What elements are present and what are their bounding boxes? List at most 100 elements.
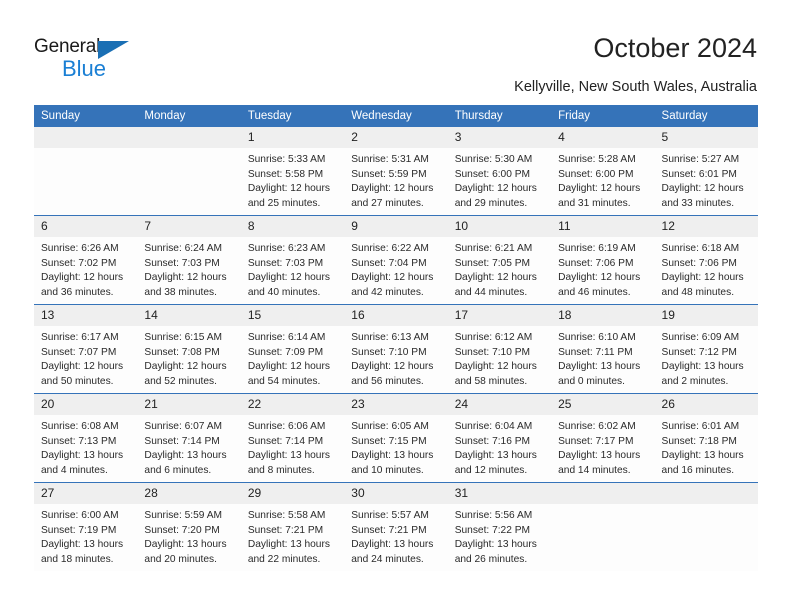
sunrise-text: Sunrise: 5:59 AM — [144, 510, 223, 521]
calendar-week-row: 20 Sunrise: 6:08 AM Sunset: 7:13 PM Dayligh… — [34, 393, 758, 483]
day-cell[interactable]: 27 Sunrise: 6:00 AM Sunset: 7:19 PM Dayligh… — [34, 482, 138, 571]
day-cell[interactable]: 11 Sunrise: 6:19 AM Sunset: 7:06 PM Dayligh… — [551, 215, 655, 305]
day-cell[interactable]: 18 Sunrise: 6:10 AM Sunset: 7:11 PM Dayligh… — [551, 304, 655, 394]
sunset-text: Sunset: 7:04 PM — [351, 257, 427, 269]
day-number: 14 — [137, 305, 241, 326]
sunset-text: Sunset: 7:14 PM — [144, 435, 220, 447]
day-cell[interactable]: 8 Sunrise: 6:23 AM Sunset: 7:03 PM Daylight… — [240, 215, 345, 305]
day-number — [137, 127, 241, 148]
day-cell[interactable]: 23 Sunrise: 6:05 AM Sunset: 7:15 PM Dayligh… — [344, 393, 448, 483]
sunset-text: Sunset: 7:03 PM — [144, 257, 220, 269]
day-cell[interactable]: 3 Sunrise: 5:30 AM Sunset: 6:00 PM Daylight… — [447, 127, 552, 216]
day-cell[interactable]: 24 Sunrise: 6:04 AM Sunset: 7:16 PM Dayligh… — [447, 393, 552, 483]
daylight-text-line1: Daylight: 13 hours — [144, 450, 227, 462]
day-sun-info: Sunrise: 5:33 AM Sunset: 5:58 PM Daylight:… — [241, 148, 344, 211]
day-cell-empty — [34, 127, 138, 216]
sunrise-text: Sunrise: 6:22 AM — [351, 243, 429, 254]
day-number: 10 — [447, 216, 552, 237]
sunrise-text: Sunrise: 6:12 AM — [454, 332, 533, 343]
day-sun-info: Sunrise: 6:07 AM Sunset: 7:14 PM Daylight:… — [137, 415, 240, 478]
weekday-header-monday: Monday — [137, 105, 241, 127]
day-cell[interactable]: 31 Sunrise: 5:56 AM Sunset: 7:22 PM Dayligh… — [447, 482, 552, 571]
day-cell[interactable]: 6 Sunrise: 6:26 AM Sunset: 7:02 PM Daylight… — [34, 215, 138, 305]
day-cell[interactable]: 21 Sunrise: 6:07 AM Sunset: 7:14 PM Dayligh… — [137, 393, 241, 483]
sunrise-text: Sunrise: 5:58 AM — [247, 510, 326, 521]
day-number: 30 — [344, 483, 448, 504]
day-sun-info: Sunrise: 6:22 AM Sunset: 7:04 PM Daylight:… — [344, 237, 447, 300]
daylight-text-line2: and 22 minutes. — [247, 553, 321, 565]
page-subtitle-location: Kellyville, New South Wales, Australia — [514, 79, 757, 95]
day-number: 15 — [240, 305, 345, 326]
daylight-text-line1: Daylight: 12 hours — [351, 183, 434, 195]
day-cell[interactable]: 29 Sunrise: 5:58 AM Sunset: 7:21 PM Dayligh… — [240, 482, 345, 571]
daylight-text-line2: and 38 minutes. — [144, 286, 217, 298]
day-cell[interactable]: 14 Sunrise: 6:15 AM Sunset: 7:08 PM Dayligh… — [137, 304, 241, 394]
weekday-header-thursday: Thursday — [447, 105, 552, 127]
day-cell[interactable]: 25 Sunrise: 6:02 AM Sunset: 7:17 PM Dayligh… — [551, 393, 655, 483]
daylight-text-line2: and 16 minutes. — [661, 464, 735, 476]
daylight-text-line2: and 0 minutes. — [558, 375, 625, 387]
day-number: 3 — [447, 127, 552, 148]
day-sun-info: Sunrise: 6:00 AM Sunset: 7:19 PM Daylight:… — [34, 504, 137, 567]
sunrise-text: Sunrise: 6:15 AM — [144, 332, 223, 343]
day-sun-info: Sunrise: 6:17 AM Sunset: 7:07 PM Daylight:… — [34, 326, 137, 389]
calendar-week-row: 13 Sunrise: 6:17 AM Sunset: 7:07 PM Dayligh… — [34, 304, 758, 394]
daylight-text-line2: and 2 minutes. — [661, 375, 729, 387]
day-number: 12 — [654, 216, 758, 237]
daylight-text-line1: Daylight: 13 hours — [41, 450, 124, 462]
day-number: 21 — [137, 394, 241, 415]
day-cell-empty — [551, 482, 655, 571]
day-sun-info: Sunrise: 6:19 AM Sunset: 7:06 PM Daylight:… — [551, 237, 654, 300]
day-cell-empty — [654, 482, 758, 571]
day-cell[interactable]: 1 Sunrise: 5:33 AM Sunset: 5:58 PM Daylight… — [240, 127, 345, 216]
day-cell[interactable]: 4 Sunrise: 5:28 AM Sunset: 6:00 PM Daylight… — [551, 127, 655, 216]
sunset-text: Sunset: 7:06 PM — [661, 257, 737, 269]
day-number: 19 — [654, 305, 758, 326]
day-number: 31 — [447, 483, 552, 504]
logo-text-blue: Blue — [62, 56, 107, 81]
day-sun-info: Sunrise: 6:21 AM Sunset: 7:05 PM Daylight:… — [448, 237, 551, 300]
day-cell[interactable]: 16 Sunrise: 6:13 AM Sunset: 7:10 PM Dayligh… — [344, 304, 448, 394]
day-cell[interactable]: 28 Sunrise: 5:59 AM Sunset: 7:20 PM Dayligh… — [137, 482, 241, 571]
day-sun-info: Sunrise: 6:13 AM Sunset: 7:10 PM Daylight:… — [344, 326, 447, 389]
day-cell[interactable]: 20 Sunrise: 6:08 AM Sunset: 7:13 PM Dayligh… — [34, 393, 138, 483]
daylight-text-line2: and 42 minutes. — [351, 286, 424, 298]
daylight-text-line1: Daylight: 12 hours — [247, 272, 330, 284]
day-cell[interactable]: 12 Sunrise: 6:18 AM Sunset: 7:06 PM Dayligh… — [654, 215, 758, 305]
weekday-header-tuesday: Tuesday — [240, 105, 345, 127]
daylight-text-line2: and 10 minutes. — [351, 464, 424, 476]
sunrise-text: Sunrise: 6:21 AM — [454, 243, 533, 254]
day-cell[interactable]: 13 Sunrise: 6:17 AM Sunset: 7:07 PM Dayligh… — [34, 304, 138, 394]
sunrise-text: Sunrise: 6:00 AM — [41, 510, 119, 521]
day-cell[interactable]: 9 Sunrise: 6:22 AM Sunset: 7:04 PM Daylight… — [344, 215, 448, 305]
day-number: 18 — [551, 305, 655, 326]
weekday-header-sunday: Sunday — [34, 105, 138, 127]
day-sun-info: Sunrise: 6:15 AM Sunset: 7:08 PM Daylight:… — [137, 326, 240, 389]
sunrise-text: Sunrise: 5:57 AM — [351, 510, 429, 521]
daylight-text-line1: Daylight: 12 hours — [558, 183, 641, 195]
day-cell[interactable]: 17 Sunrise: 6:12 AM Sunset: 7:10 PM Dayligh… — [447, 304, 552, 394]
day-sun-info: Sunrise: 6:23 AM Sunset: 7:03 PM Daylight:… — [241, 237, 344, 300]
sunset-text: Sunset: 6:01 PM — [661, 168, 737, 180]
page-title: October 2024 — [593, 33, 757, 63]
day-number: 4 — [551, 127, 655, 148]
day-cell[interactable]: 10 Sunrise: 6:21 AM Sunset: 7:05 PM Dayligh… — [447, 215, 552, 305]
day-sun-info: Sunrise: 6:12 AM Sunset: 7:10 PM Daylight:… — [448, 326, 551, 389]
day-cell[interactable]: 19 Sunrise: 6:09 AM Sunset: 7:12 PM Dayligh… — [654, 304, 758, 394]
day-cell[interactable]: 22 Sunrise: 6:06 AM Sunset: 7:14 PM Dayligh… — [240, 393, 345, 483]
day-cell[interactable]: 5 Sunrise: 5:27 AM Sunset: 6:01 PM Daylight… — [654, 127, 758, 216]
day-cell[interactable]: 7 Sunrise: 6:24 AM Sunset: 7:03 PM Daylight… — [137, 215, 241, 305]
sunset-text: Sunset: 7:11 PM — [558, 346, 633, 358]
daylight-text-line1: Daylight: 13 hours — [661, 361, 744, 373]
daylight-text-line1: Daylight: 13 hours — [454, 539, 537, 551]
day-cell[interactable]: 2 Sunrise: 5:31 AM Sunset: 5:59 PM Daylight… — [344, 127, 448, 216]
sunrise-text: Sunrise: 6:01 AM — [661, 421, 740, 432]
day-cell[interactable]: 26 Sunrise: 6:01 AM Sunset: 7:18 PM Dayligh… — [654, 393, 758, 483]
day-cell[interactable]: 15 Sunrise: 6:14 AM Sunset: 7:09 PM Dayligh… — [240, 304, 345, 394]
day-cell[interactable]: 30 Sunrise: 5:57 AM Sunset: 7:21 PM Dayligh… — [344, 482, 448, 571]
day-number: 11 — [551, 216, 655, 237]
daylight-text-line2: and 20 minutes. — [144, 553, 217, 565]
daylight-text-line1: Daylight: 12 hours — [454, 272, 537, 284]
sunrise-text: Sunrise: 6:19 AM — [558, 243, 636, 254]
daylight-text-line2: and 52 minutes. — [144, 375, 217, 387]
